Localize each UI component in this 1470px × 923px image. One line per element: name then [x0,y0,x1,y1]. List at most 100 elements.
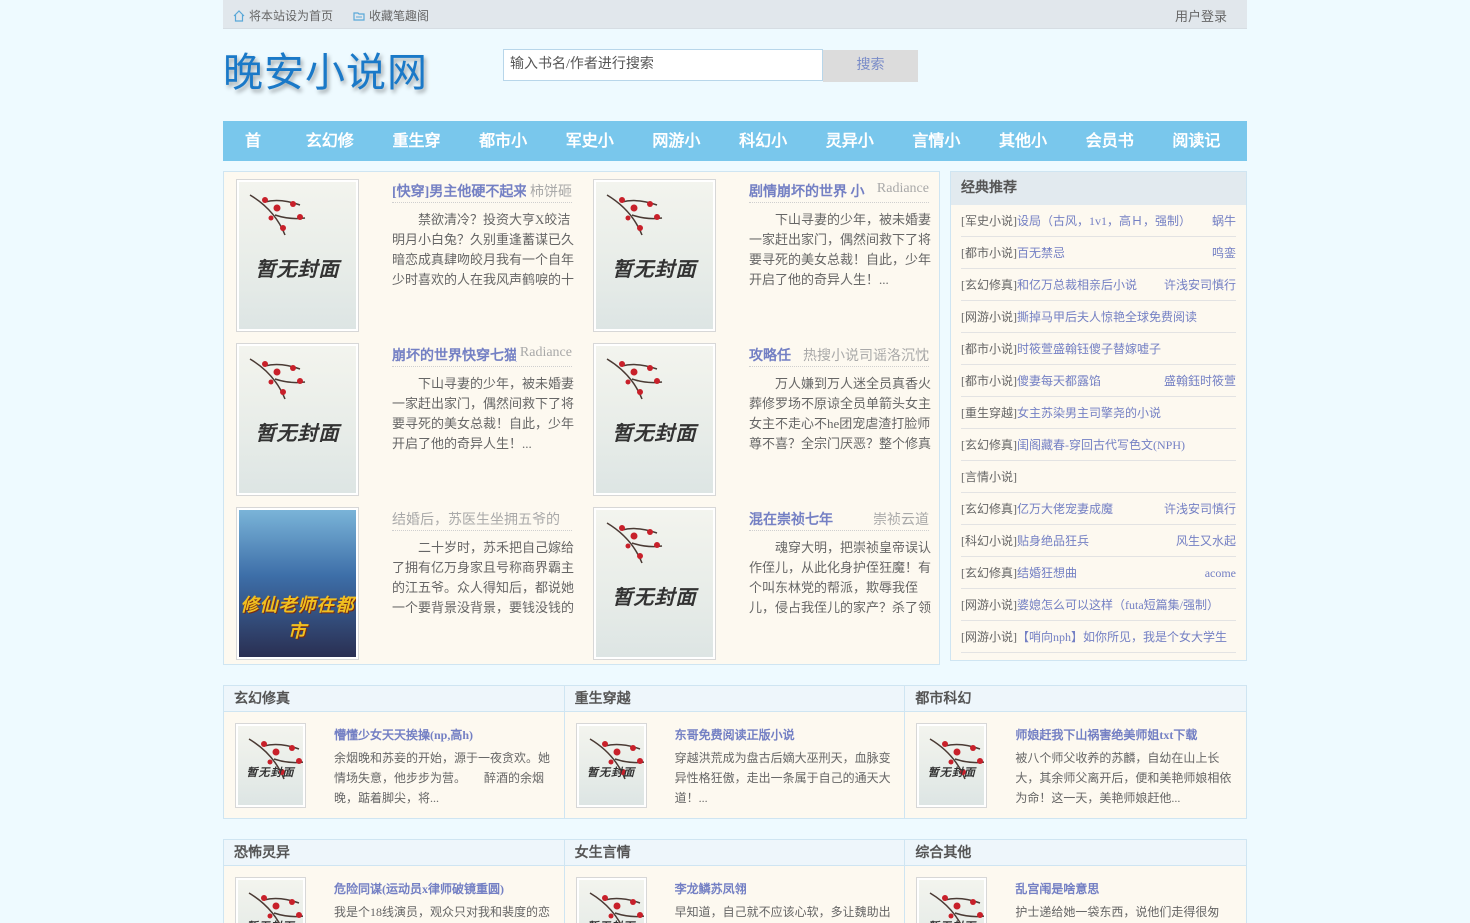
book-cover[interactable]: 暂无封面 [236,343,359,496]
cover-text: 暂无封面 [919,918,984,923]
book-cover[interactable]: 暂无封面 [575,877,647,923]
category-title[interactable]: 综合其他 [905,840,1247,866]
item-author-link[interactable]: 风生又水起 [1176,525,1236,556]
item-book-link[interactable]: 女主苏染男主司擎尧的小说 [1017,397,1236,428]
item-book-link[interactable]: 闺阁藏春-穿回古代写色文(NPH) [1017,429,1236,460]
book-title[interactable]: 懵懂少女天天挨操(np,高h) [334,726,473,743]
divider [392,366,572,367]
set-home-label: 将本站设为首页 [249,9,334,23]
cover-text: 暂无封面 [927,765,976,779]
book-author[interactable]: 柿饼砸 [526,181,572,201]
item-book-link[interactable]: 【哨向nph】如你所见，我是个女大学生 [1017,621,1236,652]
item-book-link[interactable]: 贴身绝品狂兵 [1017,525,1176,556]
bookmark-link[interactable]: 收藏笔趣阁 [353,7,429,24]
list-item: [玄幻修真] 和亿万总裁相亲后小说 许浅安司慎行 [961,269,1236,301]
item-book-link[interactable] [1017,461,1236,492]
item-book-link[interactable]: 傻妻每天都露馅 [1017,365,1164,396]
list-item: [玄幻修真] 闺阁藏春-穿回古代写色文(NPH) [961,429,1236,461]
item-category: [科幻小说] [961,534,1017,548]
category-title[interactable]: 女生言情 [564,840,905,866]
category-title[interactable]: 恐怖灵异 [224,840,564,866]
list-item: [玄幻修真] 亿万大佬宠妻成魔 许浅安司慎行 [961,493,1236,525]
nav-item-0[interactable]: 首 页 [233,121,294,190]
item-category: [都市小说] [961,246,1017,260]
book-title[interactable]: 李龙鳞苏凤翎 [675,880,747,897]
book-desc: 下山寻妻的少年，被未婚妻一家赶出家门，偶然间救下了将要寻死的美女总裁！自此，少年… [749,212,931,287]
book-cover[interactable]: 暂无封面 [593,343,716,496]
cover-text: 暂无封面 [255,256,340,281]
item-book-link[interactable]: 撕掉马甲后夫人惊艳全球免费阅读 [1017,301,1236,332]
book-cover[interactable]: 暂无封面 [575,723,647,808]
cover-text: 暂无封面 [579,918,644,923]
item-category: [重生穿越] [961,406,1017,420]
item-book-link[interactable]: 结婚狂想曲 [1017,557,1205,588]
nav-item-4[interactable]: 军史小说 [554,121,641,190]
nav-item-9[interactable]: 其他小说 [987,121,1074,190]
nav-item-8[interactable]: 言情小说 [900,121,987,190]
nav-item-2[interactable]: 重生穿越 [380,121,467,190]
item-author-link[interactable]: 盛翰鈺时筱萱 [1164,365,1236,396]
nav-item-5[interactable]: 网游小说 [640,121,727,190]
book-cover[interactable]: 暂无封面 [593,179,716,332]
folder-icon [353,11,365,21]
book-title[interactable]: 危险同谋(运动员x律师破镜重圆) [334,880,504,897]
book-desc: 我是个18线演员，观众只对我和裴度的恋 [334,905,551,919]
item-author-link[interactable]: acome [1205,557,1236,588]
category-title[interactable]: 玄幻修真 [224,686,564,712]
nav-item-7[interactable]: 灵异小说 [814,121,901,190]
book-cover[interactable]: 暂无封面 [236,179,359,332]
book-cover[interactable]: 暂无封面 [916,723,988,808]
book-desc: 万人嫌到万人迷全员真香火葬修罗场不原谅全员单箭头女主女主不走心不he团宠虐渣打脸… [749,376,931,451]
cover-text: 暂无封面 [246,765,295,779]
book-desc: 二十岁时，苏禾把自己嫁给了拥有亿万身家且号称商界霸主的江五爷。众人得知后，都说她… [392,540,574,615]
nav-item-10[interactable]: 会员书架 [1074,121,1161,190]
nav-item-6[interactable]: 科幻小说 [727,121,814,190]
category-box: 重生穿越暂无封面 东哥免费阅读正版小说穿越洪荒成为盘古后嫡大巫刑天，血脉变异性格狂… [564,686,906,818]
site-logo[interactable]: 晚安小说网 [223,40,428,98]
item-book-link[interactable]: 设局（古风，1v1，高Ｈ，强制） [1017,205,1212,236]
category-title[interactable]: 都市科幻 [905,686,1247,712]
search-button[interactable]: 搜索 [823,50,918,82]
item-category: [言情小说] [961,470,1017,484]
book-title[interactable]: 师娘赶我下山祸害绝美师姐txt下载 [1015,726,1197,743]
login-link[interactable]: 用户登录 [1175,6,1227,25]
book-desc: 穿越洪荒成为盘古后嫡大巫刑天，血脉变异性格狂傲，走出一条属于自己的通天大道！..… [674,751,891,805]
divider [749,530,929,531]
book-title[interactable]: 东哥免费阅读正版小说 [675,726,795,743]
category-title[interactable]: 重生穿越 [564,686,905,712]
book-cover[interactable]: 修仙老师在都市 [236,507,359,660]
item-book-link[interactable]: 百无禁忌 [1017,237,1212,268]
set-home-link[interactable]: 将本站设为首页 [233,7,333,24]
book-cover[interactable]: 暂无封面 [235,877,306,923]
item-author-link[interactable]: 蜗牛 [1212,205,1236,236]
search-input[interactable]: 输入书名/作者进行搜索 [503,49,823,81]
divider [749,202,929,203]
book-author[interactable]: Radiance [515,345,572,361]
book-author[interactable]: Radiance [872,181,929,197]
category-box: 恐怖灵异暂无封面 危险同谋(运动员x律师破镜重圆) 我是个18线演员，观众只对我和裴… [224,840,565,923]
divider [392,530,572,531]
item-book-link[interactable]: 亿万大佬宠妻成魔 [1017,493,1164,524]
item-author-link[interactable]: 许浅安司慎行 [1164,493,1236,524]
item-author-link[interactable]: 许浅安司慎行 [1164,269,1236,300]
list-item: [科幻小说] 贴身绝品狂兵 风生又水起 [961,525,1236,557]
item-category: [玄幻修真] [961,278,1017,292]
book-title[interactable]: 结婚后，苏医生坐拥五爷的 [392,509,572,529]
book-title[interactable]: 乱宫闱是啥意思 [1015,880,1099,897]
top-bar: 将本站设为首页 收藏笔趣阁 用户登录 [223,0,1247,29]
bookmark-label: 收藏笔趣阁 [369,9,430,23]
item-category: [玄幻修真] [961,566,1017,580]
item-book-link[interactable]: 时筱萱盛翰钰傻子替嫁嘘子 [1017,333,1236,364]
nav-item-3[interactable]: 都市小说 [467,121,554,190]
book-author[interactable]: 热搜小说司谣洛沉忱 [799,345,929,365]
nav-item-11[interactable]: 阅读记录 [1160,121,1247,190]
book-cover[interactable]: 暂无封面 [235,723,306,808]
item-book-link[interactable]: 和亿万总裁相亲后小说 [1017,269,1164,300]
home-icon [233,9,245,22]
item-author-link[interactable]: 鸣銮 [1212,237,1236,268]
book-author[interactable]: 崇祯云道 [869,509,929,529]
book-cover[interactable]: 暂无封面 [593,507,716,660]
nav-item-1[interactable]: 玄幻修真 [294,121,381,190]
book-cover[interactable]: 暂无封面 [916,877,988,923]
item-book-link[interactable]: 婆媳怎么可以这样（futa短篇集/强制） [1017,589,1236,620]
